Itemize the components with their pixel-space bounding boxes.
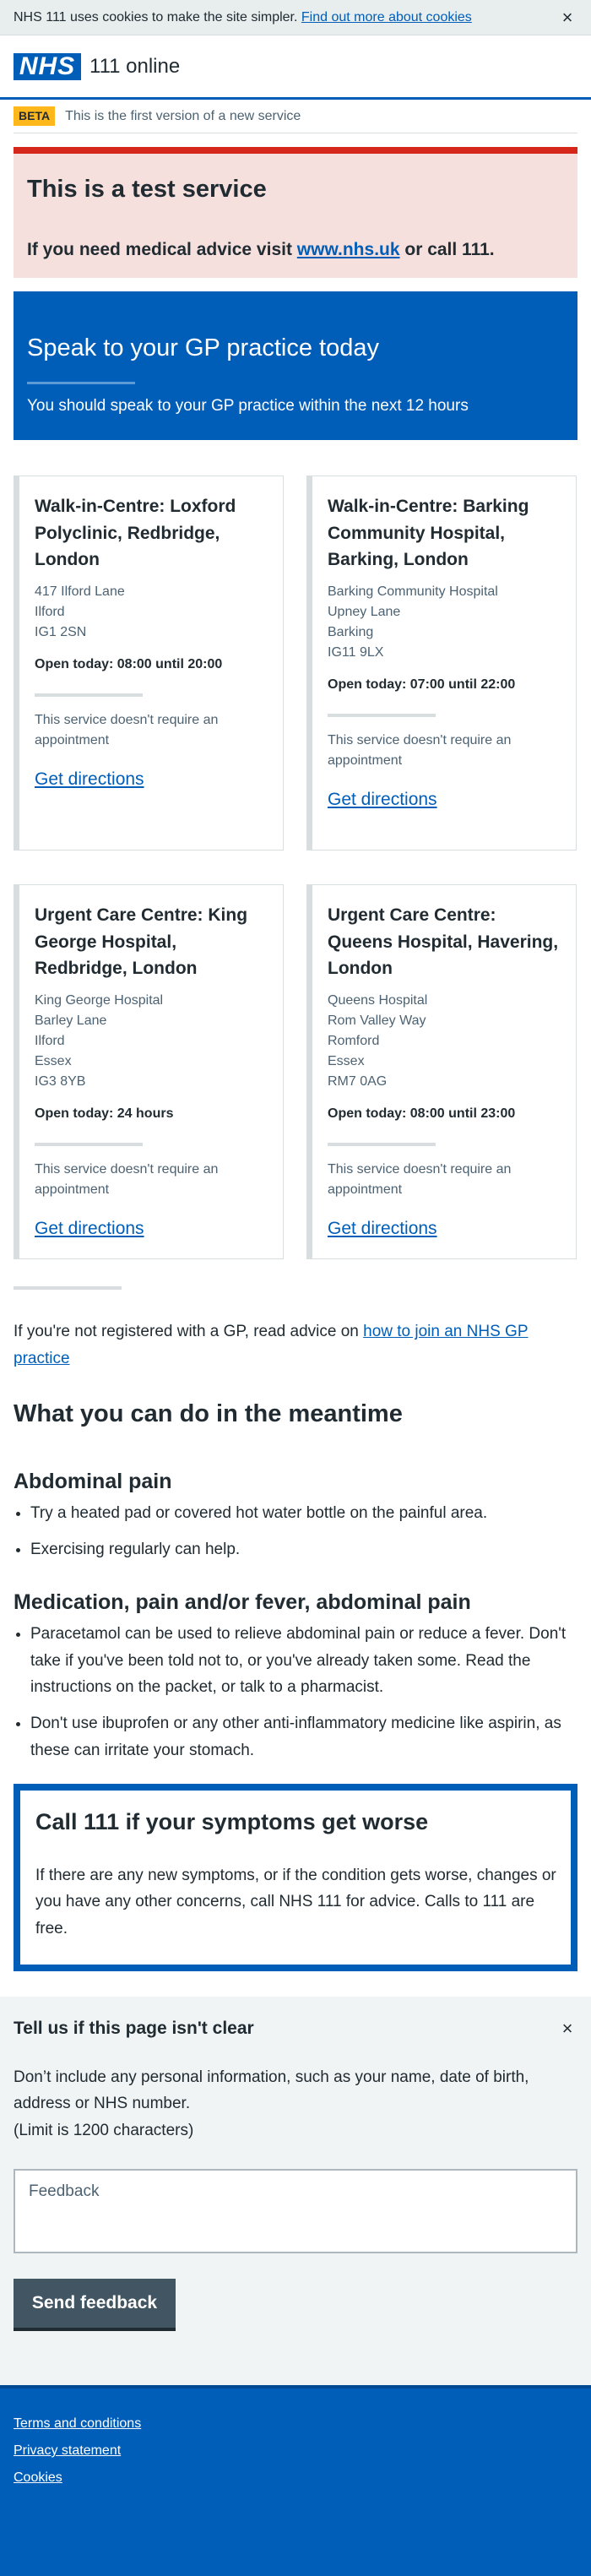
section-divider bbox=[14, 1286, 122, 1291]
footer-link-terms[interactable]: Terms and conditions bbox=[14, 2414, 577, 2434]
test-service-text-before: If you need medical advice visit bbox=[27, 239, 297, 259]
get-directions-link[interactable]: Get directions bbox=[35, 1215, 144, 1242]
opening-hours: Open today: 07:00 until 22:00 bbox=[328, 677, 516, 692]
get-directions-link[interactable]: Get directions bbox=[328, 1215, 437, 1242]
service-card: Urgent Care Centre: Queens Hospital, Hav… bbox=[306, 884, 577, 1260]
test-service-text-after: or call 111. bbox=[399, 239, 495, 259]
hero-divider bbox=[27, 381, 135, 384]
advice-list: Paracetamol can be used to relieve abdom… bbox=[30, 1621, 577, 1764]
service-address: Barking Community Hospital Upney Lane Ba… bbox=[328, 582, 562, 663]
address-line: IG11 9LX bbox=[328, 644, 384, 660]
nhs-website-link[interactable]: www.nhs.uk bbox=[297, 240, 400, 259]
cookie-banner: NHS 111 uses cookies to make the site si… bbox=[0, 0, 591, 35]
feedback-header: Tell us if this page isn't clear × bbox=[14, 2014, 577, 2044]
close-icon[interactable]: × bbox=[557, 2014, 577, 2042]
care-card-text: If there are any new symptoms, or if the… bbox=[35, 1867, 556, 1937]
site-footer: Terms and conditions Privacy statement C… bbox=[0, 2384, 591, 2576]
care-card-title: Call 111 if your symptoms get worse bbox=[35, 1808, 429, 1834]
opening-hours: Open today: 08:00 until 20:00 bbox=[35, 656, 223, 671]
beta-text: This is the first version of a new servi… bbox=[65, 108, 301, 123]
opening-hours: Open today: 24 hours bbox=[35, 1106, 174, 1121]
cookie-text: NHS 111 uses cookies to make the site si… bbox=[14, 9, 298, 24]
page-subtitle: You should speak to your GP practice wit… bbox=[27, 396, 469, 415]
advice-item: Paracetamol can be used to relieve abdom… bbox=[30, 1621, 577, 1700]
address-line: Barking bbox=[328, 624, 374, 639]
address-line: Ilford bbox=[35, 1033, 65, 1048]
address-line: RM7 0AG bbox=[328, 1073, 388, 1089]
test-service-text: If you need medical advice visit www.nhs… bbox=[27, 236, 564, 264]
appointment-info: This service doesn't require an appointm… bbox=[328, 732, 512, 768]
address-line: IG1 2SN bbox=[35, 624, 87, 639]
service-address: 417 Ilford Lane Ilford IG1 2SN bbox=[35, 582, 269, 643]
appointment-info: This service doesn't require an appointm… bbox=[328, 1161, 512, 1197]
feedback-info: Don’t include any personal information, … bbox=[14, 2064, 577, 2144]
service-address: King George Hospital Barley Lane Ilford … bbox=[35, 991, 269, 1092]
service-card: Walk-in-Centre: Barking Community Hospit… bbox=[306, 476, 577, 851]
close-icon[interactable]: × bbox=[557, 7, 577, 28]
appointment-info: This service doesn't require an appointm… bbox=[35, 712, 219, 747]
service-address: Queens Hospital Rom Valley Way Romford E… bbox=[328, 991, 562, 1092]
test-service-warning: This is a test service If you need medic… bbox=[14, 147, 577, 279]
footer-link-cookies[interactable]: Cookies bbox=[14, 2468, 577, 2488]
worsening-care-card: Call 111 if your symptoms get worse If t… bbox=[14, 1783, 577, 1971]
service-name: Walk-in-Centre: Barking Community Hospit… bbox=[328, 497, 529, 570]
gp-advice-text: If you're not registered with a GP, read… bbox=[14, 1323, 364, 1341]
service-card: Walk-in-Centre: Loxford Polyclinic, Redb… bbox=[14, 476, 284, 851]
card-divider bbox=[328, 713, 436, 717]
feedback-title: Tell us if this page isn't clear bbox=[14, 2019, 254, 2039]
advice-heading: Medication, pain and/or fever, abdominal… bbox=[14, 1590, 471, 1614]
address-line: Romford bbox=[328, 1033, 380, 1048]
service-list: Walk-in-Centre: Loxford Polyclinic, Redb… bbox=[14, 476, 577, 1260]
service-card: Urgent Care Centre: King George Hospital… bbox=[14, 884, 284, 1260]
feedback-panel: Tell us if this page isn't clear × Don’t… bbox=[0, 1996, 591, 2385]
footer-link-privacy[interactable]: Privacy statement bbox=[14, 2441, 577, 2461]
disposition-banner: Speak to your GP practice today You shou… bbox=[14, 291, 577, 441]
cookie-info-link[interactable]: Find out more about cookies bbox=[301, 10, 472, 24]
send-feedback-button[interactable]: Send feedback bbox=[14, 2279, 176, 2328]
address-line: King George Hospital bbox=[35, 992, 164, 1008]
card-divider bbox=[328, 1142, 436, 1146]
opening-hours: Open today: 08:00 until 23:00 bbox=[328, 1106, 516, 1121]
card-divider bbox=[35, 693, 143, 697]
address-line: Queens Hospital bbox=[328, 992, 428, 1008]
get-directions-link[interactable]: Get directions bbox=[35, 766, 144, 793]
address-line: Upney Lane bbox=[328, 604, 401, 619]
cookie-message: NHS 111 uses cookies to make the site si… bbox=[14, 8, 472, 28]
page-title: Speak to your GP practice today bbox=[27, 334, 379, 362]
service-name: 111 online bbox=[89, 54, 181, 78]
service-name: Urgent Care Centre: King George Hospital… bbox=[35, 905, 248, 979]
gp-registration-advice: If you're not registered with a GP, read… bbox=[14, 1318, 577, 1372]
test-service-title: This is a test service bbox=[27, 176, 267, 203]
advice-item: Try a heated pad or covered hot water bo… bbox=[30, 1500, 577, 1526]
advice-list: Try a heated pad or covered hot water bo… bbox=[30, 1500, 577, 1563]
feedback-privacy-note: Don’t include any personal information, … bbox=[14, 2068, 529, 2113]
advice-item: Don't use ibuprofen or any other anti-in… bbox=[30, 1710, 577, 1764]
beta-banner: BETA This is the first version of a new … bbox=[14, 100, 577, 133]
address-line: IG3 8YB bbox=[35, 1073, 86, 1089]
address-line: Essex bbox=[35, 1053, 72, 1068]
service-name: Urgent Care Centre: Queens Hospital, Hav… bbox=[328, 905, 559, 979]
feedback-input[interactable] bbox=[14, 2169, 577, 2253]
nhs-logo[interactable]: NHS bbox=[14, 52, 81, 80]
card-divider bbox=[35, 1142, 143, 1146]
beta-tag: BETA bbox=[14, 106, 56, 126]
address-line: Barley Lane bbox=[35, 1013, 107, 1028]
advice-heading: Abdominal pain bbox=[14, 1469, 172, 1493]
feedback-limit-note: (Limit is 1200 characters) bbox=[14, 2121, 194, 2139]
address-line: Rom Valley Way bbox=[328, 1013, 426, 1028]
meantime-heading: What you can do in the meantime bbox=[14, 1399, 403, 1427]
site-header: NHS 111 online bbox=[0, 35, 591, 100]
appointment-info: This service doesn't require an appointm… bbox=[35, 1161, 219, 1197]
address-line: 417 Ilford Lane bbox=[35, 584, 125, 599]
address-line: Essex bbox=[328, 1053, 365, 1068]
service-name: Walk-in-Centre: Loxford Polyclinic, Redb… bbox=[35, 497, 236, 570]
get-directions-link[interactable]: Get directions bbox=[328, 786, 437, 813]
address-line: Barking Community Hospital bbox=[328, 584, 498, 599]
advice-item: Exercising regularly can help. bbox=[30, 1536, 577, 1562]
address-line: Ilford bbox=[35, 604, 65, 619]
